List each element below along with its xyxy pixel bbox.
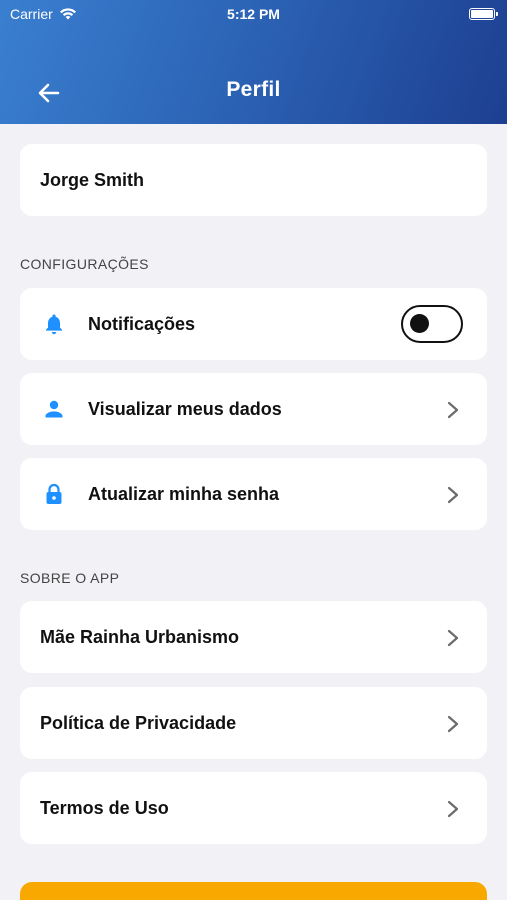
update-password-label: Atualizar minha senha: [88, 483, 280, 504]
app-header: Carrier 5:12 PM Perfil: [0, 0, 507, 124]
chevron-right-icon: [447, 800, 459, 818]
notifications-row: Notificações: [20, 288, 487, 360]
chevron-right-icon: [447, 629, 459, 647]
privacy-policy-row[interactable]: Política de Privacidade: [20, 687, 487, 759]
update-password-row[interactable]: Atualizar minha senha: [20, 458, 487, 530]
chevron-right-icon: [447, 401, 459, 419]
bottom-action-button[interactable]: [20, 882, 487, 900]
toggle-knob: [410, 314, 429, 333]
battery-icon: [469, 8, 498, 20]
page-title: Perfil: [226, 78, 281, 101]
company-row[interactable]: Mãe Rainha Urbanismo: [20, 601, 487, 673]
person-icon: [45, 400, 63, 418]
section-title-about: SOBRE O APP: [20, 570, 120, 586]
chevron-right-icon: [447, 715, 459, 733]
terms-of-use-row[interactable]: Termos de Uso: [20, 772, 487, 844]
status-time: 5:12 PM: [227, 6, 280, 22]
profile-name-card: Jorge Smith: [20, 144, 487, 216]
privacy-policy-label: Política de Privacidade: [40, 712, 237, 733]
view-data-label: Visualizar meus dados: [88, 398, 282, 419]
terms-of-use-label: Termos de Uso: [40, 797, 169, 818]
notifications-label: Notificações: [88, 313, 196, 334]
company-label: Mãe Rainha Urbanismo: [40, 626, 240, 647]
chevron-right-icon: [447, 486, 459, 504]
lock-icon: [46, 483, 62, 504]
bell-icon: [46, 314, 62, 335]
status-bar: Carrier 5:12 PM: [0, 0, 507, 30]
notifications-toggle[interactable]: [401, 305, 463, 343]
view-data-row[interactable]: Visualizar meus dados: [20, 373, 487, 445]
profile-name: Jorge Smith: [40, 169, 145, 190]
section-title-settings: CONFIGURAÇÕES: [20, 256, 149, 272]
